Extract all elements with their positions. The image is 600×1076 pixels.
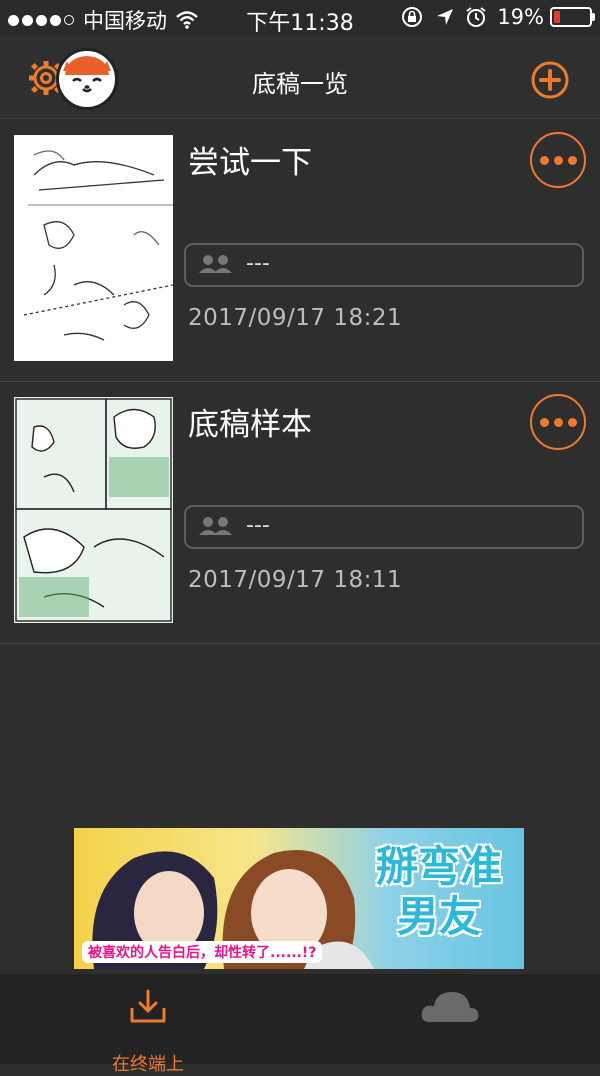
tab-on-device[interactable]: 在终端上 <box>100 984 196 1075</box>
ad-caption: 被喜欢的人告白后，却性转了......!? <box>82 941 323 963</box>
draft-card[interactable]: 底稿样本 --- 2017/09/17 18:11 <box>0 381 600 644</box>
manga-sketch-image <box>23 150 173 341</box>
alarm-icon <box>466 7 486 27</box>
battery-percent: 19% <box>497 5 544 29</box>
download-tray-icon <box>130 989 166 1023</box>
group-icon <box>199 517 232 535</box>
status-right: 19% <box>401 5 595 29</box>
location-arrow-icon <box>437 9 454 25</box>
cloud-icon[interactable] <box>420 986 480 1026</box>
share-group-text: --- <box>246 251 270 276</box>
share-group-field[interactable]: --- <box>184 243 584 287</box>
draft-date: 2017/09/17 18:11 <box>188 567 403 593</box>
more-dot <box>567 155 577 165</box>
rotation-lock-icon <box>402 7 423 27</box>
draft-card[interactable]: 尝试一下 --- 2017/09/17 18:21 <box>0 119 600 382</box>
more-dot <box>539 417 549 427</box>
ad-headline: 掰弯准男友 <box>375 842 502 941</box>
manga-page-image <box>14 397 173 623</box>
page-title: 底稿一览 <box>252 70 348 98</box>
share-group-field[interactable]: --- <box>184 505 584 549</box>
add-icon[interactable] <box>530 60 570 100</box>
draft-date: 2017/09/17 18:21 <box>188 305 403 331</box>
more-dot <box>553 417 563 427</box>
draft-title: 底稿样本 <box>188 407 312 443</box>
tab-on-device-label: 在终端上 <box>112 1054 184 1075</box>
more-options-button[interactable] <box>530 132 586 188</box>
draft-thumbnail[interactable] <box>14 397 173 623</box>
group-icon <box>199 255 232 273</box>
draft-title: 尝试一下 <box>188 145 312 181</box>
share-group-text: --- <box>246 513 270 538</box>
more-dot <box>567 417 577 427</box>
draft-thumbnail[interactable] <box>14 135 173 361</box>
more-dot <box>539 155 549 165</box>
tab-bar: 在终端上 <box>0 974 600 1075</box>
nav-bar: 底稿一览 <box>0 36 600 119</box>
battery-icon <box>550 7 595 27</box>
ad-banner[interactable]: 掰弯准男友 被喜欢的人告白后，却性转了......!? <box>74 828 524 969</box>
more-options-button[interactable] <box>530 394 586 450</box>
status-bar: 中国移动 下午11:38 19% <box>0 0 600 36</box>
more-dot <box>553 155 563 165</box>
